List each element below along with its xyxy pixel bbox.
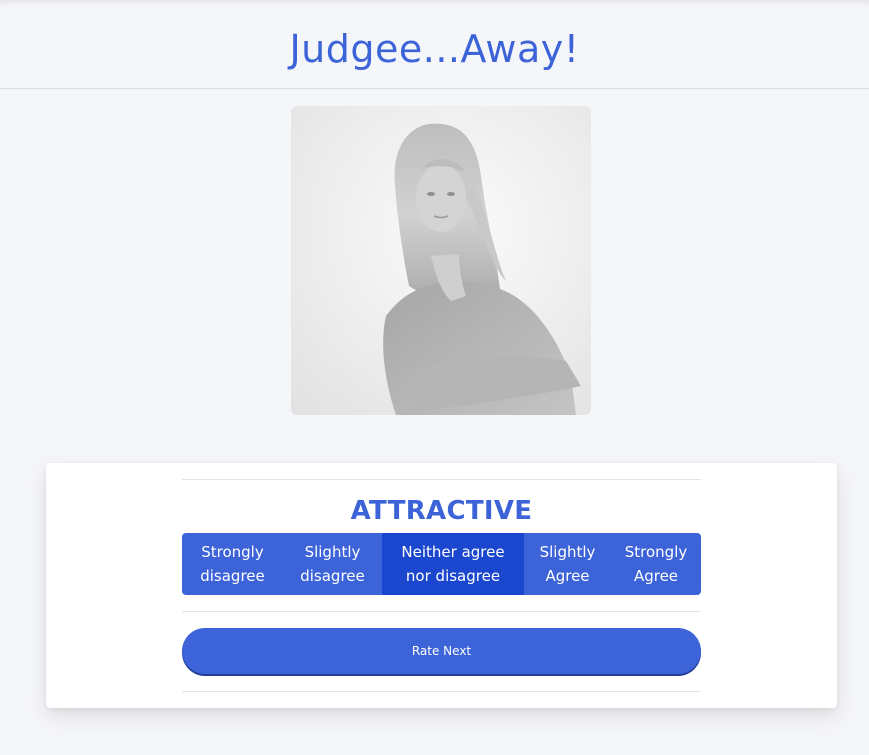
- option-slightly-agree[interactable]: Slightly Agree: [524, 533, 611, 595]
- option-neither-agree-nor-disagree[interactable]: Neither agree nor disagree: [382, 533, 524, 595]
- portrait-photo: [291, 106, 591, 415]
- option-strongly-agree[interactable]: Strongly Agree: [611, 533, 701, 595]
- option-line-1: Neither agree: [401, 543, 505, 561]
- option-line-2: nor disagree: [405, 567, 501, 585]
- question-label: ATTRACTIVE: [350, 496, 533, 526]
- divider-top: [182, 479, 701, 480]
- option-line-1: Slightly: [539, 543, 596, 561]
- option-strongly-disagree[interactable]: Strongly disagree: [182, 533, 283, 595]
- divider-middle: [182, 611, 701, 612]
- option-line-1: Strongly: [201, 543, 264, 561]
- option-line-2: Agree: [545, 567, 590, 585]
- option-line-1: Slightly: [304, 543, 361, 561]
- divider-bottom: [182, 691, 701, 692]
- portrait-image: [291, 106, 591, 415]
- rate-next-button[interactable]: Rate Next: [182, 628, 701, 674]
- likert-scale: Strongly disagree Slightly disagree Neithe…: [182, 533, 701, 595]
- app-header: Judgee...Away!: [0, 0, 869, 89]
- option-line-2: Agree: [633, 567, 679, 585]
- rating-card: ATTRACTIVE Strongly disagree Slightly disa…: [46, 463, 837, 708]
- option-line-2: disagree: [200, 567, 265, 585]
- option-line-1: Strongly: [624, 543, 688, 561]
- option-slightly-disagree[interactable]: Slightly disagree: [283, 533, 382, 595]
- app-title: Judgee...Away!: [289, 27, 580, 71]
- option-line-2: disagree: [300, 567, 365, 585]
